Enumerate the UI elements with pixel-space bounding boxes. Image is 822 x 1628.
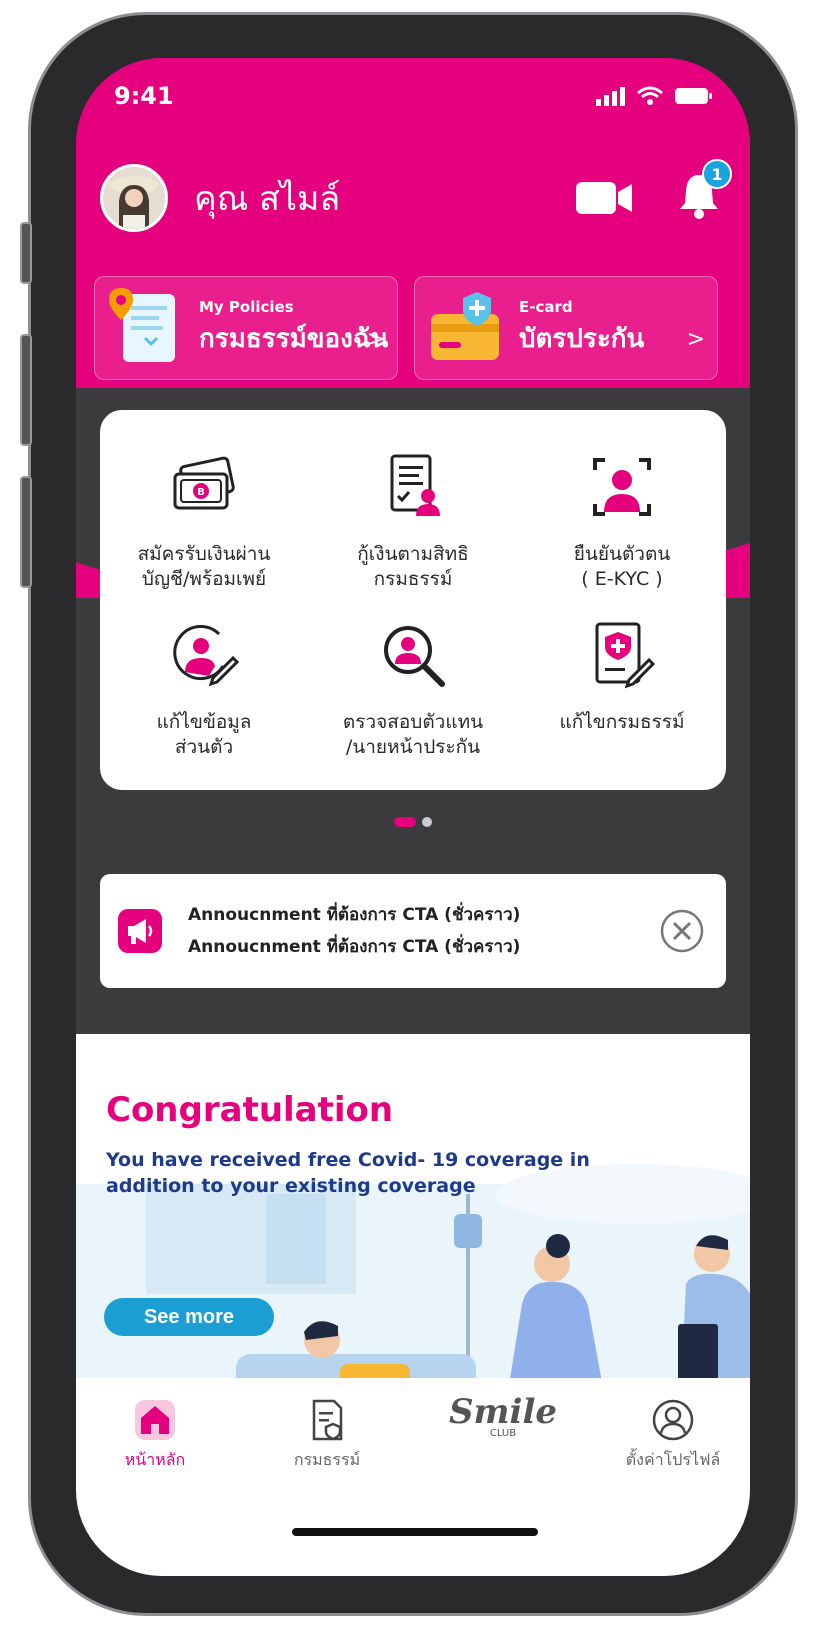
page-dot[interactable] xyxy=(422,817,432,827)
megaphone-icon xyxy=(118,909,162,953)
chevron-right-icon: > xyxy=(366,327,385,352)
edit-profile-icon xyxy=(173,625,240,687)
profile-icon xyxy=(652,1399,694,1441)
e-card-title: บัตรประกัน xyxy=(519,323,645,354)
promo-banner: Congratulation You have received free Co… xyxy=(76,1034,750,1404)
page-indicator xyxy=(394,817,432,827)
avatar[interactable] xyxy=(100,164,168,232)
announcement-banner[interactable]: Annoucnment ที่ต้องการ CTA (ชั่วคราว) An… xyxy=(100,874,726,988)
chevron-right-icon: > xyxy=(686,327,705,352)
menu-item-label: กู้เงินตามสิทธิ xyxy=(357,542,469,565)
menu-item-edit-policy[interactable]: แก้ไขกรมธรรม์ xyxy=(518,620,726,735)
menu-item-label: ส่วนตัว xyxy=(174,736,234,759)
promo-subtitle: You have received free Covid- 19 coverag… xyxy=(106,1149,590,1197)
menu-item-label: แก้ไขกรมธรรม์ xyxy=(559,710,685,733)
my-policies-subtitle: My Policies xyxy=(199,297,294,316)
service-menu: B สมัครรับเงินผ่าน บัญชี/พร้อมเพย์ กู้เง… xyxy=(100,410,726,790)
announcement-line-2: Annoucnment ที่ต้องการ CTA (ชั่วคราว) xyxy=(188,937,521,957)
insurance-card-icon xyxy=(431,292,499,360)
notification-badge: 1 xyxy=(702,159,732,189)
user-name: คุณ สไมล์ xyxy=(194,179,341,219)
menu-item-label: สมัครรับเงินผ่าน xyxy=(137,542,271,565)
mute-switch xyxy=(20,222,32,284)
see-more-button[interactable]: See more xyxy=(104,1298,274,1336)
e-card-card[interactable]: E-card บัตรประกัน > xyxy=(414,276,718,380)
user-photo-icon xyxy=(103,167,165,229)
menu-item-label: บัญชี/พร้อมเพย์ xyxy=(141,568,267,591)
status-time: 9:41 xyxy=(114,82,174,110)
menu-item-label: ตรวจสอบตัวแทน xyxy=(342,710,484,733)
notification-button[interactable]: 1 xyxy=(678,159,732,223)
menu-item-edit-profile[interactable]: แก้ไขข้อมูล ส่วนตัว xyxy=(100,620,308,761)
status-bar: 9:41 xyxy=(114,76,714,116)
policy-document-icon xyxy=(312,1399,343,1441)
user-header: คุณ สไมล์ 1 xyxy=(100,159,732,234)
document-person-icon xyxy=(390,454,440,516)
menu-item-label: ( E-KYC ) xyxy=(581,568,663,591)
video-call-icon[interactable] xyxy=(576,180,634,216)
tab-home[interactable]: หน้าหลัก xyxy=(80,1398,230,1473)
tab-smile-club[interactable]: Smile CLUB xyxy=(428,1392,578,1439)
menu-item-bank-registration[interactable]: B สมัครรับเงินผ่าน บัญชี/พร้อมเพย์ xyxy=(100,452,308,593)
e-card-subtitle: E-card xyxy=(519,297,573,316)
tab-label: หน้าหลัก xyxy=(124,1450,186,1469)
quick-cards: My Policies กรมธรรม์ของฉัน > E-card บัตร… xyxy=(94,276,718,380)
app-screen: 9:41 คุณ สไมล์ 1 My Policies กรมธรรม์ของ… xyxy=(76,58,750,1576)
policy-document-icon xyxy=(109,288,175,362)
edit-policy-icon xyxy=(595,622,656,689)
banknote-icon: B xyxy=(173,456,235,510)
tab-profile-settings[interactable]: ตั้งค่าโปรไฟล์ xyxy=(598,1398,748,1473)
home-icon xyxy=(135,1400,175,1440)
announcement-line-1: Annoucnment ที่ต้องการ CTA (ชั่วคราว) xyxy=(188,904,521,925)
battery-icon xyxy=(675,88,712,104)
menu-item-label: ยืนยันตัวตน xyxy=(573,542,671,565)
tab-label: กรมธรรม์ xyxy=(293,1450,361,1469)
smile-club-logo: Smile xyxy=(449,1392,557,1432)
volume-up-button xyxy=(20,334,32,446)
cellular-signal-icon xyxy=(596,87,625,106)
my-policies-title: กรมธรรม์ของฉัน xyxy=(199,323,389,354)
page-dot-active[interactable] xyxy=(394,817,416,827)
close-icon[interactable] xyxy=(660,909,704,953)
menu-item-label: /นายหน้าประกัน xyxy=(345,736,481,759)
my-policies-card[interactable]: My Policies กรมธรรม์ของฉัน > xyxy=(94,276,398,380)
face-scan-icon xyxy=(593,458,651,516)
menu-item-label: กรมธรรม์ xyxy=(373,568,453,591)
promo-title: Congratulation xyxy=(106,1090,394,1130)
bottom-tab-bar: หน้าหลัก กรมธรรม์ Smile CLUB ตั้งค่าโปรไ… xyxy=(76,1378,750,1576)
svg-text:B: B xyxy=(197,487,205,498)
menu-item-e-kyc[interactable]: ยืนยันตัวตน ( E-KYC ) xyxy=(518,452,726,593)
menu-item-check-agent[interactable]: ตรวจสอบตัวแทน /นายหน้าประกัน xyxy=(309,620,517,761)
tab-policies[interactable]: กรมธรรม์ xyxy=(252,1398,402,1473)
wifi-icon xyxy=(637,86,663,105)
menu-item-label: แก้ไขข้อมูล xyxy=(156,710,252,733)
search-agent-icon xyxy=(384,626,445,687)
volume-down-button xyxy=(20,476,32,588)
tab-label: ตั้งค่าโปรไฟล์ xyxy=(625,1450,721,1469)
menu-item-policy-loan[interactable]: กู้เงินตามสิทธิ กรมธรรม์ xyxy=(309,452,517,593)
home-indicator[interactable] xyxy=(292,1528,538,1536)
